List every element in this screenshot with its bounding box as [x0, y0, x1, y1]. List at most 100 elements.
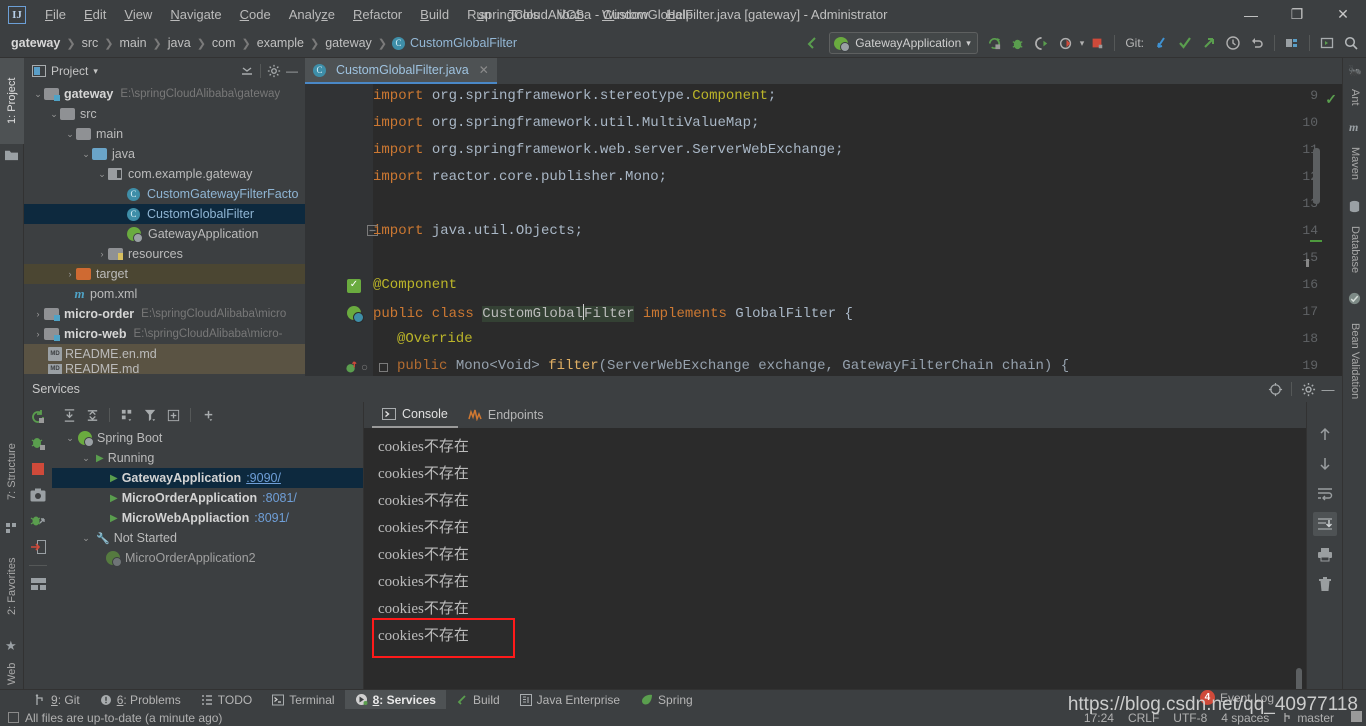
breadcrumb-gateway-pkg[interactable]: gateway	[324, 34, 373, 52]
open-console-icon[interactable]	[27, 536, 49, 558]
tree-row-src[interactable]: ⌄ src	[24, 104, 305, 124]
chevron-right-icon[interactable]: ›	[96, 249, 108, 259]
chevron-down-icon[interactable]: ⌄	[32, 89, 44, 100]
close-button[interactable]: ✕	[1320, 0, 1366, 29]
tool-tab-build[interactable]: Build	[446, 690, 510, 710]
breadcrumb-main[interactable]: main	[118, 34, 147, 52]
push-icon[interactable]	[1198, 32, 1220, 54]
chevron-down-icon[interactable]: ⌄	[48, 109, 60, 120]
tree-row-java[interactable]: ⌄ java	[24, 144, 305, 164]
hide-icon[interactable]: —	[283, 62, 301, 80]
spring-bean-icon[interactable]	[347, 306, 364, 323]
rollback-icon[interactable]	[1246, 32, 1268, 54]
override-method-icon[interactable]	[345, 360, 359, 374]
history-icon[interactable]	[1222, 32, 1244, 54]
chevron-right-icon[interactable]: ›	[32, 309, 44, 319]
tab-console[interactable]: Console	[372, 402, 458, 428]
menu-navigate[interactable]: Navigate	[161, 3, 230, 26]
service-port-link[interactable]: :8081/	[262, 491, 297, 505]
hide-icon[interactable]: —	[1318, 379, 1338, 399]
sidebar-item-maven[interactable]: Maven	[1343, 136, 1366, 192]
layout-icon[interactable]	[27, 573, 49, 595]
collapse-all-icon[interactable]	[81, 404, 103, 426]
run-icon[interactable]	[984, 32, 1006, 54]
chevron-down-icon[interactable]: ⌄	[96, 169, 108, 180]
breadcrumb-class[interactable]: CustomGlobalFilter	[409, 34, 518, 52]
minimize-button[interactable]: —	[1228, 0, 1274, 29]
scroll-down-icon[interactable]	[1313, 452, 1337, 476]
service-row-micro-order-application2[interactable]: MicroOrderApplication2	[52, 548, 363, 568]
locate-icon[interactable]	[1265, 379, 1285, 399]
chevron-down-icon[interactable]: ▾	[93, 66, 98, 77]
tree-row-pom[interactable]: m pom.xml	[24, 284, 305, 304]
print-icon[interactable]	[1313, 542, 1337, 566]
menu-file[interactable]: File	[36, 3, 75, 26]
tree-row-gateway[interactable]: ⌄ gateway E:\springCloudAlibaba\gateway	[24, 84, 305, 104]
close-icon[interactable]: ✕	[479, 63, 489, 77]
tool-tab-terminal[interactable]: Terminal	[262, 690, 344, 710]
clear-all-icon[interactable]	[1313, 572, 1337, 596]
tree-row-readme-en[interactable]: MD README.en.md	[24, 344, 305, 364]
chevron-right-icon[interactable]: ›	[32, 329, 44, 339]
profiler-icon[interactable]	[1056, 32, 1078, 54]
layout-icon[interactable]	[1316, 32, 1338, 54]
tool-tab-problems[interactable]: 6: Problems	[90, 690, 191, 710]
sidebar-item-structure[interactable]: 7: Structure	[0, 426, 24, 518]
filter-icon[interactable]	[139, 404, 161, 426]
service-row-micro-web-appliaction[interactable]: ▶ MicroWebAppliaction :8091/	[52, 508, 363, 528]
collapse-all-icon[interactable]	[238, 62, 256, 80]
add-service-icon[interactable]	[197, 404, 219, 426]
menu-refactor[interactable]: Refactor	[344, 3, 411, 26]
chevron-down-icon[interactable]: ⌄	[80, 453, 92, 464]
attach-debugger-icon[interactable]	[27, 510, 49, 532]
menu-tools[interactable]: Tools	[500, 3, 548, 26]
commit-icon[interactable]	[1174, 32, 1196, 54]
debug-icon[interactable]	[27, 432, 49, 454]
sidebar-item-project[interactable]: 1: Project	[0, 58, 24, 144]
sidebar-item-web[interactable]: Web	[0, 654, 24, 694]
menu-analyze[interactable]: Analyze	[280, 3, 344, 26]
breadcrumb-src[interactable]: src	[81, 34, 100, 52]
breadcrumb-java[interactable]: java	[167, 34, 192, 52]
tab-endpoints[interactable]: Endpoints	[458, 402, 554, 428]
expand-all-icon[interactable]	[58, 404, 80, 426]
scroll-to-end-icon[interactable]	[1312, 512, 1337, 536]
tool-tab-spring[interactable]: Spring	[630, 690, 703, 710]
editor-gutter[interactable]	[305, 84, 373, 376]
stop-icon[interactable]	[1086, 32, 1108, 54]
project-structure-icon[interactable]	[1281, 32, 1303, 54]
sidebar-item-ant[interactable]: Ant	[1343, 80, 1366, 114]
run-with-coverage-icon[interactable]	[1032, 32, 1054, 54]
tree-row-micro-web[interactable]: › micro-web E:\springCloudAlibaba\micro-	[24, 324, 305, 344]
editor-vertical-scrollbar[interactable]	[1313, 148, 1320, 204]
chevron-down-icon[interactable]: ⌄	[64, 129, 76, 140]
code-viewport[interactable]: 9 import org.springframework.stereotype.…	[305, 84, 1342, 376]
chevron-down-icon[interactable]: ⌄	[80, 533, 92, 544]
inspection-ok-icon[interactable]: ✓	[347, 279, 361, 293]
screenshot-icon[interactable]	[27, 484, 49, 506]
breadcrumb-example[interactable]: example	[256, 34, 305, 52]
service-row-spring-boot[interactable]: ⌄ Spring Boot	[52, 428, 363, 448]
tree-row-custom-global-filter[interactable]: C CustomGlobalFilter	[24, 204, 305, 224]
tool-tab-git[interactable]: 9: Git	[24, 690, 90, 710]
tree-row-micro-order[interactable]: › micro-order E:\springCloudAlibaba\micr…	[24, 304, 305, 324]
scroll-up-icon[interactable]	[1313, 422, 1337, 446]
sidebar-item-favorites[interactable]: 2: Favorites	[0, 538, 24, 634]
console-output[interactable]: cookies不存在 cookies不存在 cookies不存在 cookies…	[364, 428, 1306, 689]
stop-icon[interactable]	[27, 458, 49, 480]
breadcrumb-gateway[interactable]: gateway	[10, 34, 61, 52]
run-configuration-selector[interactable]: GatewayApplication ▾	[829, 32, 978, 54]
add-tab-icon[interactable]	[162, 404, 184, 426]
service-port-link[interactable]: :8091/	[254, 511, 289, 525]
service-row-running[interactable]: ⌄ ▶ Running	[52, 448, 363, 468]
tree-row-package[interactable]: ⌄ com.example.gateway	[24, 164, 305, 184]
tree-row-custom-gateway-filter-factory[interactable]: C CustomGatewayFilterFactо	[24, 184, 305, 204]
breadcrumb-com[interactable]: com	[211, 34, 237, 52]
menu-code[interactable]: Code	[231, 3, 280, 26]
debug-icon[interactable]	[1008, 32, 1030, 54]
menu-vcs[interactable]: VCS	[548, 3, 593, 26]
back-arrow-icon[interactable]	[801, 32, 823, 54]
group-by-icon[interactable]	[116, 404, 138, 426]
service-row-not-started[interactable]: ⌄ 🔧 Not Started	[52, 528, 363, 548]
maximize-button[interactable]: ❐	[1274, 0, 1320, 29]
